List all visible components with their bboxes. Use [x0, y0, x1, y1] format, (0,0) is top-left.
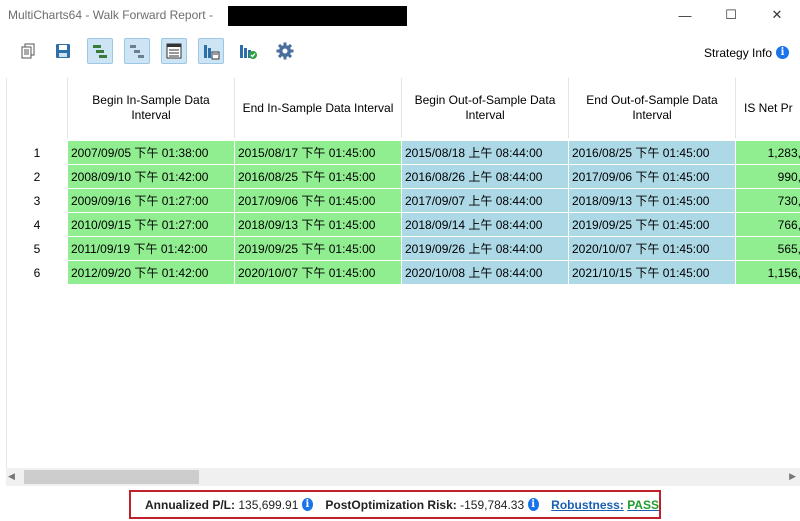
cell-begin-oos[interactable]: 2019/09/26 上午 08:44:00	[402, 237, 569, 260]
cell-end-is[interactable]: 2016/08/25 下午 01:45:00	[235, 165, 402, 188]
annualized-pl-value: 135,699.91	[238, 497, 299, 512]
info-icon: i	[776, 46, 789, 59]
scroll-right-icon[interactable]: ▶	[789, 471, 796, 482]
gantt-active-icon	[93, 45, 107, 58]
table-row[interactable]: 2 2008/09/10 下午 01:42:00 2016/08/25 下午 01:…	[7, 165, 800, 189]
robustness-link[interactable]: Robustness:	[551, 498, 624, 512]
robustness-value[interactable]: PASS	[627, 498, 659, 512]
annualized-info-icon[interactable]: i	[301, 498, 314, 511]
cell-begin-oos[interactable]: 2018/09/14 上午 08:44:00	[402, 213, 569, 236]
save-icon	[56, 44, 70, 58]
cell-end-is[interactable]: 2020/10/07 下午 01:45:00	[235, 261, 402, 284]
close-button[interactable]: ✕	[754, 0, 800, 30]
post-optimization-risk-value: -159,784.33	[460, 497, 525, 512]
save-button[interactable]	[50, 38, 76, 64]
strategy-info-link[interactable]: Strategy Info i	[704, 46, 789, 60]
risk-info-icon[interactable]: i	[527, 498, 539, 511]
cell-begin-is[interactable]: 2008/09/10 下午 01:42:00	[68, 165, 235, 188]
row-number[interactable]: 1	[7, 141, 68, 164]
settings-button[interactable]	[272, 38, 298, 64]
cell-end-is[interactable]: 2019/09/25 下午 01:45:00	[235, 237, 402, 260]
toolbar: Strategy Info i	[0, 30, 800, 72]
row-number-header	[7, 78, 68, 138]
scroll-left-icon[interactable]: ◀	[8, 471, 15, 482]
annualized-pl-label: Annualized P/L:	[145, 497, 235, 512]
copy-icon	[21, 43, 35, 59]
row-number[interactable]: 4	[7, 213, 68, 236]
scrollbar-thumb[interactable]	[24, 470, 199, 484]
post-optimization-risk-label: PostOptimization Risk:	[325, 497, 457, 512]
maximize-button[interactable]: ☐	[708, 0, 754, 30]
chart-calendar-icon	[204, 45, 220, 60]
strategy-info-label: Strategy Info	[704, 46, 773, 60]
cell-is-net-profit[interactable]: 990,	[736, 165, 800, 188]
cell-end-oos[interactable]: 2021/10/15 下午 01:45:00	[569, 261, 736, 284]
summary-highlight-box: Annualized P/L: 135,699.91 i PostOptimiz…	[129, 490, 661, 519]
column-header-end-is[interactable]: End In-Sample Data Interval	[235, 78, 402, 138]
cell-begin-oos[interactable]: 2017/09/07 上午 08:44:00	[402, 189, 569, 212]
window-title: MultiCharts64 - Walk Forward Report -	[8, 8, 213, 22]
chart-check-icon	[240, 45, 257, 59]
table-row[interactable]: 3 2009/09/16 下午 01:27:00 2017/09/06 下午 01:…	[7, 189, 800, 213]
cell-begin-is[interactable]: 2010/09/15 下午 01:27:00	[68, 213, 235, 236]
row-number[interactable]: 6	[7, 261, 68, 284]
cell-begin-oos[interactable]: 2020/10/08 上午 08:44:00	[402, 261, 569, 284]
cell-begin-is[interactable]: 2011/09/19 下午 01:42:00	[68, 237, 235, 260]
table-row[interactable]: 5 2011/09/19 下午 01:42:00 2019/09/25 下午 01:…	[7, 237, 800, 261]
cell-is-net-profit[interactable]: 565,	[736, 237, 800, 260]
column-header-begin-oos[interactable]: Begin Out-of-Sample Data Interval	[402, 78, 569, 138]
table-icon	[166, 43, 182, 59]
row-number[interactable]: 2	[7, 165, 68, 188]
copy-button[interactable]	[16, 38, 42, 64]
gantt-icon	[130, 45, 144, 58]
horizontal-scrollbar[interactable]: ◀ ▶	[6, 468, 800, 486]
cell-end-oos[interactable]: 2016/08/25 下午 01:45:00	[569, 141, 736, 164]
table-row[interactable]: 4 2010/09/15 下午 01:27:00 2018/09/13 下午 01:…	[7, 213, 800, 237]
cell-begin-is[interactable]: 2009/09/16 下午 01:27:00	[68, 189, 235, 212]
cell-end-oos[interactable]: 2018/09/13 下午 01:45:00	[569, 189, 736, 212]
row-number[interactable]: 3	[7, 189, 68, 212]
gantt-view-button[interactable]	[87, 38, 113, 64]
cell-end-oos[interactable]: 2020/10/07 下午 01:45:00	[569, 237, 736, 260]
cell-begin-is[interactable]: 2007/09/05 下午 01:38:00	[68, 141, 235, 164]
gantt-oos-button[interactable]	[124, 38, 150, 64]
cell-is-net-profit[interactable]: 730,	[736, 189, 800, 212]
cell-is-net-profit[interactable]: 1,283,	[736, 141, 800, 164]
column-header-begin-is[interactable]: Begin In-Sample Data Interval	[68, 78, 235, 138]
close-icon: ✕	[771, 7, 783, 22]
table-row[interactable]: 6 2012/09/20 下午 01:42:00 2020/10/07 下午 01:…	[7, 261, 800, 285]
table-view-button[interactable]	[161, 38, 187, 64]
cell-end-is[interactable]: 2017/09/06 下午 01:45:00	[235, 189, 402, 212]
cell-is-net-profit[interactable]: 1,156,	[736, 261, 800, 284]
column-header-is-net-profit[interactable]: IS Net Pr	[736, 78, 800, 138]
maximize-icon: ☐	[725, 7, 737, 22]
cell-begin-oos[interactable]: 2016/08/26 上午 08:44:00	[402, 165, 569, 188]
settings-icon	[276, 42, 294, 60]
chart-calendar-button[interactable]	[198, 38, 224, 64]
cell-begin-oos[interactable]: 2015/08/18 上午 08:44:00	[402, 141, 569, 164]
cell-end-is[interactable]: 2015/08/17 下午 01:45:00	[235, 141, 402, 164]
row-number[interactable]: 5	[7, 237, 68, 260]
column-header-end-oos[interactable]: End Out-of-Sample Data Interval	[569, 78, 736, 138]
title-bar: MultiCharts64 - Walk Forward Report - — …	[0, 0, 800, 30]
cell-end-oos[interactable]: 2017/09/06 下午 01:45:00	[569, 165, 736, 188]
cell-begin-is[interactable]: 2012/09/20 下午 01:42:00	[68, 261, 235, 284]
cell-is-net-profit[interactable]: 766,	[736, 213, 800, 236]
walk-forward-table: Begin In-Sample Data Interval End In-Sam…	[6, 78, 800, 468]
summary-bar: Annualized P/L: 135,699.91 i PostOptimiz…	[0, 486, 800, 521]
table-header: Begin In-Sample Data Interval End In-Sam…	[7, 78, 800, 138]
cell-end-oos[interactable]: 2019/09/25 下午 01:45:00	[569, 213, 736, 236]
minimize-button[interactable]: —	[662, 0, 708, 30]
chart-check-button[interactable]	[235, 38, 261, 64]
redacted-strategy-name	[228, 6, 407, 26]
cell-end-is[interactable]: 2018/09/13 下午 01:45:00	[235, 213, 402, 236]
minimize-icon: —	[678, 7, 692, 23]
table-row[interactable]: 1 2007/09/05 下午 01:38:00 2015/08/17 下午 01:…	[7, 141, 800, 165]
